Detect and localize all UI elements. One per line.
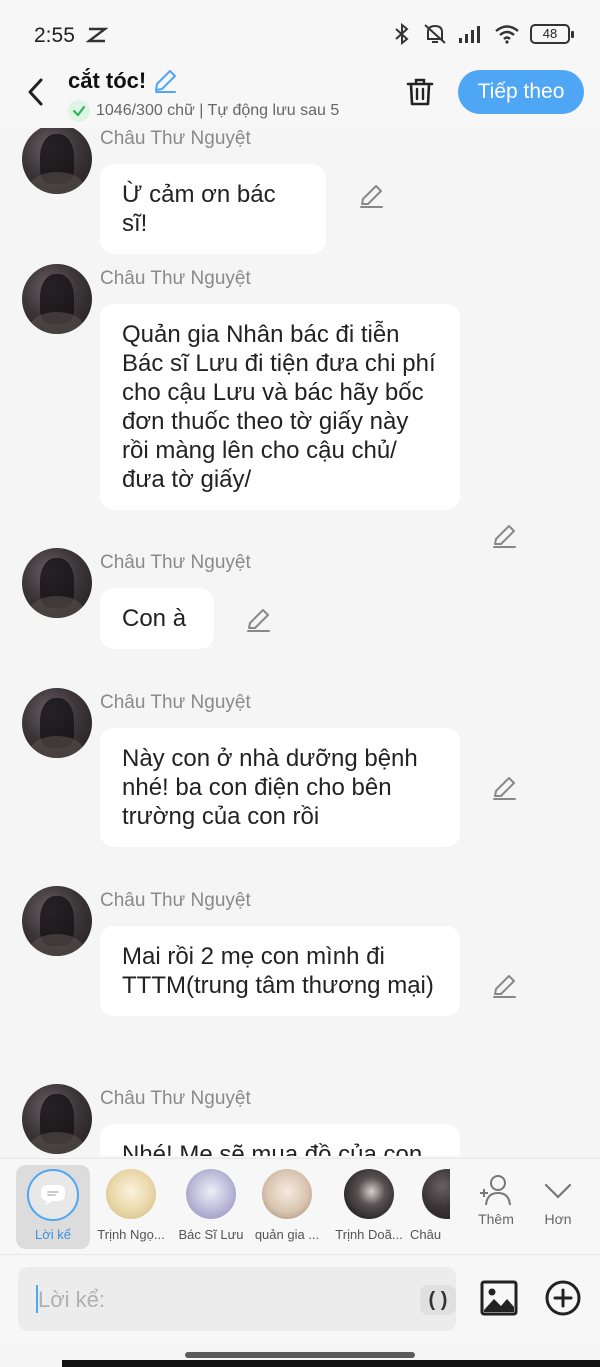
edit-icon[interactable]: [490, 972, 518, 1000]
more-button[interactable]: Hơn: [528, 1171, 588, 1227]
character-avatar: [262, 1169, 312, 1219]
character-label: Châu: [410, 1227, 442, 1242]
avatar[interactable]: [22, 1084, 92, 1154]
sender-name: Châu Thư Nguyệt: [100, 128, 251, 149]
character-selector: Lời kể Trịnh Ngọ... Bác Sĩ Lưu quản gia …: [0, 1158, 600, 1254]
character-item[interactable]: Trịnh Doã...: [332, 1165, 406, 1249]
page-title: cắt tóc!: [68, 68, 147, 93]
more-label: Hơn: [544, 1211, 572, 1227]
bottom-strip: [62, 1360, 600, 1367]
parentheses-button[interactable]: ( ): [420, 1285, 456, 1315]
character-item[interactable]: Bác Sĩ Lưu: [174, 1165, 248, 1249]
notification-icon: [86, 27, 108, 43]
status-icons: 48: [392, 22, 574, 46]
add-person-icon: [480, 1175, 511, 1206]
add-label: Thêm: [478, 1211, 514, 1227]
message-bubble[interactable]: Quản gia Nhân bác đi tiễn Bác sĩ Lưu đi …: [100, 304, 460, 510]
sender-name: Châu Thư Nguyệt: [100, 890, 251, 911]
status-time: 2:55: [34, 24, 75, 47]
character-item[interactable]: Châu: [410, 1165, 450, 1249]
mute-icon: [424, 24, 446, 44]
status-bar: 2:55 48: [0, 0, 600, 64]
avatar[interactable]: [22, 128, 92, 194]
message-bubble[interactable]: Này con ở nhà dưỡng bệnh nhé! ba con điệ…: [100, 728, 460, 847]
next-button[interactable]: Tiếp theo: [458, 70, 584, 114]
plus-circle-icon[interactable]: [542, 1277, 584, 1319]
chevron-down-icon: [544, 1183, 572, 1199]
avatar[interactable]: [22, 264, 92, 334]
character-label: Trịnh Ngọ...: [97, 1227, 165, 1242]
character-avatar: [186, 1169, 236, 1219]
narration-icon: [27, 1169, 79, 1221]
narration-input[interactable]: Lời kể: ( ): [18, 1267, 456, 1331]
avatar[interactable]: [22, 548, 92, 618]
autosave-info: 1046/300 chữ | Tự động lưu sau 5: [68, 100, 382, 122]
bluetooth-icon: [395, 22, 409, 46]
character-item[interactable]: Trịnh Ngọ...: [94, 1165, 168, 1249]
delete-button[interactable]: [402, 74, 438, 110]
edit-icon[interactable]: [490, 522, 518, 550]
message-bubble[interactable]: Con à: [100, 588, 214, 649]
trash-icon: [406, 78, 434, 106]
image-icon[interactable]: [478, 1277, 520, 1319]
input-bar: Lời kể: ( ): [0, 1254, 600, 1344]
character-avatar: [106, 1169, 156, 1219]
message-bubble[interactable]: Mai rồi 2 mẹ con mình đi TTTM(trung tâm …: [100, 926, 460, 1016]
add-character-button[interactable]: Thêm: [466, 1171, 526, 1227]
chevron-left-icon: [28, 78, 43, 106]
edit-icon[interactable]: [490, 774, 518, 802]
chat-list[interactable]: Châu Thư Nguyệt Ừ cảm ơn bác sĩ! Châu Th…: [0, 128, 600, 1156]
sender-name: Châu Thư Nguyệt: [100, 1088, 251, 1109]
character-avatar: [344, 1169, 394, 1219]
character-label: quản gia ...: [254, 1227, 320, 1242]
avatar[interactable]: [22, 688, 92, 758]
battery-indicator: 48: [530, 24, 574, 44]
edit-title-icon[interactable]: [152, 68, 178, 94]
signal-icon: [459, 26, 480, 43]
character-narration[interactable]: Lời kể: [16, 1165, 90, 1249]
sender-name: Châu Thư Nguyệt: [100, 692, 251, 713]
message-bubble[interactable]: Ừ cảm ơn bác sĩ!: [100, 164, 326, 254]
input-placeholder: Lời kể:: [38, 1287, 106, 1312]
message-bubble[interactable]: Nhé! Mẹ sẽ mua đồ của con: [100, 1124, 460, 1156]
character-avatar: [422, 1169, 450, 1219]
avatar[interactable]: [22, 886, 92, 956]
sender-name: Châu Thư Nguyệt: [100, 268, 251, 289]
wifi-icon: [495, 25, 519, 44]
back-button[interactable]: [18, 74, 54, 110]
character-item[interactable]: quản gia ...: [250, 1165, 324, 1249]
character-label: Trịnh Doã...: [335, 1227, 403, 1242]
character-label: Bác Sĩ Lưu: [178, 1227, 244, 1242]
check-icon: [68, 100, 90, 122]
edit-icon[interactable]: [244, 606, 272, 634]
edit-icon[interactable]: [357, 182, 385, 210]
character-label: Lời kể: [35, 1227, 71, 1242]
word-count-status: 1046/300 chữ | Tự động lưu sau 5: [96, 102, 340, 119]
sender-name: Châu Thư Nguyệt: [100, 552, 251, 573]
home-indicator: [185, 1352, 415, 1358]
title-row: cắt tóc!: [68, 68, 178, 94]
header: cắt tóc! 1046/300 chữ | Tự động lưu sau …: [0, 64, 600, 128]
